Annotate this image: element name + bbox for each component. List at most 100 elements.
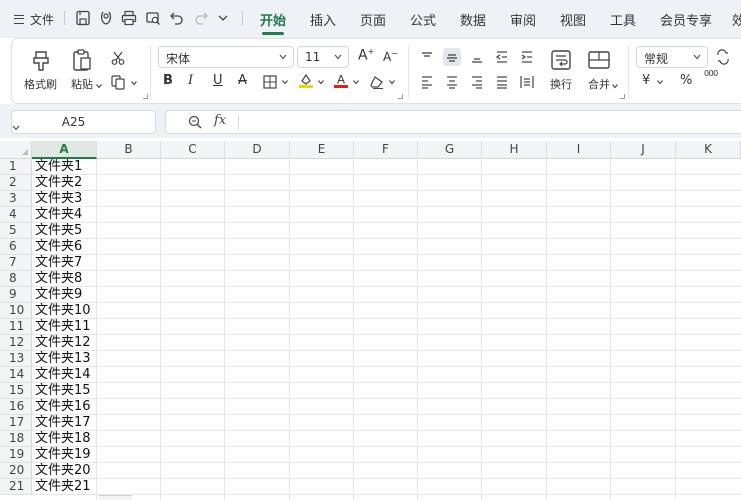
increase-indent-icon[interactable]: [518, 48, 536, 66]
row-header[interactable]: 7: [0, 255, 32, 271]
formula-input[interactable]: fx: [165, 110, 741, 134]
row-header[interactable]: 18: [0, 431, 32, 447]
merge-cells-button[interactable]: 合并: [586, 47, 612, 92]
cell-a[interactable]: 文件夹1: [35, 159, 82, 175]
row-header[interactable]: 1: [0, 159, 32, 175]
row-header[interactable]: 21: [0, 479, 32, 495]
align-right-icon[interactable]: [468, 73, 486, 91]
file-menu[interactable]: 文件: [14, 10, 54, 28]
cell-a[interactable]: 文件夹14: [35, 367, 91, 383]
row-header[interactable]: 14: [0, 367, 32, 383]
cell-a[interactable]: 文件夹21: [35, 479, 91, 495]
underline-button[interactable]: U: [213, 73, 223, 88]
decrease-indent-icon[interactable]: [493, 48, 511, 66]
thousands-button[interactable]: 000: [704, 69, 718, 78]
font-group-launcher-icon[interactable]: [398, 94, 403, 99]
clipboard-group-launcher-icon[interactable]: [143, 94, 148, 99]
number-format-select[interactable]: 常规: [636, 46, 708, 68]
row-header[interactable]: 4: [0, 207, 32, 223]
align-middle-icon[interactable]: [443, 48, 461, 66]
font-size-select[interactable]: 11: [297, 46, 349, 68]
tab-efficiency[interactable]: 效: [732, 10, 741, 29]
align-left-icon[interactable]: [418, 73, 436, 91]
cell-a[interactable]: 文件夹9: [35, 287, 82, 303]
row-header[interactable]: 3: [0, 191, 32, 207]
column-header-f[interactable]: F: [354, 141, 418, 159]
cell-a[interactable]: 文件夹5: [35, 223, 82, 239]
column-header-h[interactable]: H: [482, 141, 547, 159]
cell-a[interactable]: 文件夹7: [35, 255, 82, 271]
cell-a[interactable]: 文件夹12: [35, 335, 91, 351]
export-pdf-icon[interactable]: [97, 9, 115, 27]
column-header-c[interactable]: C: [161, 141, 225, 159]
tab-page[interactable]: 页面: [360, 10, 386, 29]
justify-icon[interactable]: [493, 73, 511, 91]
row-header[interactable]: 10: [0, 303, 32, 319]
font-color-dropdown-icon[interactable]: [353, 79, 359, 85]
format-painter-button[interactable]: 格式刷: [24, 47, 57, 92]
row-header[interactable]: 12: [0, 335, 32, 351]
zoom-icon[interactable]: [188, 115, 202, 129]
tab-insert[interactable]: 插入: [310, 10, 336, 29]
cell-a[interactable]: 文件夹2: [35, 175, 82, 191]
tab-tools[interactable]: 工具: [610, 10, 636, 29]
cell-a[interactable]: 文件夹13: [35, 351, 91, 367]
column-header-d[interactable]: D: [225, 141, 290, 159]
row-header[interactable]: 13: [0, 351, 32, 367]
tab-review[interactable]: 审阅: [510, 10, 536, 29]
tab-member[interactable]: 会员专享: [660, 10, 712, 29]
row-header[interactable]: 19: [0, 447, 32, 463]
font-name-select[interactable]: 宋体: [158, 46, 294, 68]
tab-formula[interactable]: 公式: [410, 10, 436, 29]
row-header[interactable]: 15: [0, 383, 32, 399]
cell-a[interactable]: 文件夹17: [35, 415, 91, 431]
cell-a[interactable]: 文件夹8: [35, 271, 82, 287]
fx-icon[interactable]: fx: [214, 113, 226, 128]
cell-a[interactable]: 文件夹16: [35, 399, 91, 415]
convert-icon[interactable]: [714, 48, 732, 66]
print-preview-icon[interactable]: [144, 9, 162, 27]
select-all-corner[interactable]: [0, 141, 32, 159]
wrap-text-button[interactable]: 换行: [548, 47, 574, 92]
cell-a[interactable]: 文件夹4: [35, 207, 82, 223]
clear-dropdown-icon[interactable]: [389, 79, 395, 85]
cell-a[interactable]: 文件夹20: [35, 463, 91, 479]
column-header-k[interactable]: K: [676, 141, 741, 159]
tab-view[interactable]: 视图: [560, 10, 586, 29]
bold-button[interactable]: B: [163, 73, 173, 88]
cell-a[interactable]: 文件夹11: [35, 319, 91, 335]
alignment-group-launcher-icon[interactable]: [620, 94, 625, 99]
row-header[interactable]: 2: [0, 175, 32, 191]
italic-button[interactable]: I: [188, 73, 193, 88]
row-header[interactable]: 11: [0, 319, 32, 335]
column-header-j[interactable]: J: [611, 141, 676, 159]
cell-a[interactable]: 文件夹3: [35, 191, 82, 207]
row-header[interactable]: 16: [0, 399, 32, 415]
cell-a[interactable]: 文件夹15: [35, 383, 91, 399]
row-header[interactable]: 20: [0, 463, 32, 479]
undo-icon[interactable]: [168, 9, 186, 27]
redo-icon[interactable]: [192, 9, 210, 27]
currency-dropdown-icon[interactable]: [657, 79, 663, 85]
row-header[interactable]: 17: [0, 415, 32, 431]
name-box[interactable]: A25: [11, 110, 156, 134]
row-header[interactable]: 5: [0, 223, 32, 239]
tab-home[interactable]: 开始: [260, 10, 286, 29]
cell-a[interactable]: 文件夹10: [35, 303, 91, 319]
align-top-icon[interactable]: [418, 48, 436, 66]
save-icon[interactable]: [74, 9, 92, 27]
paste-dropdown-icon[interactable]: [96, 83, 102, 89]
row-header[interactable]: 8: [0, 271, 32, 287]
shrink-font-button[interactable]: A−: [383, 49, 398, 64]
percent-button[interactable]: %: [680, 73, 692, 88]
strikethrough-button[interactable]: A: [238, 73, 247, 88]
merge-dropdown-icon[interactable]: [612, 83, 618, 89]
grow-font-button[interactable]: A+: [358, 47, 374, 64]
column-header-g[interactable]: G: [418, 141, 482, 159]
column-header-i[interactable]: I: [547, 141, 611, 159]
clear-format-icon[interactable]: [368, 73, 386, 91]
fill-color-dropdown-icon[interactable]: [318, 79, 324, 85]
font-color-icon[interactable]: A: [332, 71, 350, 89]
cell-a[interactable]: 文件夹6: [35, 239, 82, 255]
copy-icon[interactable]: [109, 73, 127, 91]
